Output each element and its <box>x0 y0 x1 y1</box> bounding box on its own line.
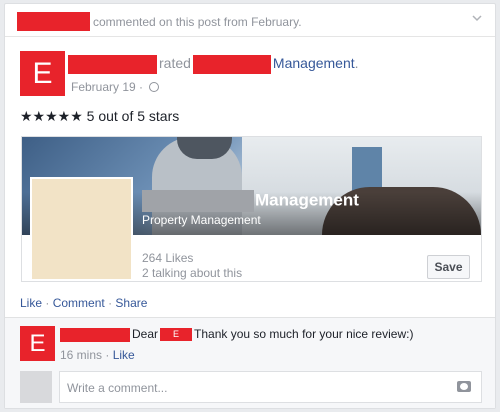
redacted-page-title <box>142 190 254 212</box>
post-actions: Like · Comment · Share <box>20 296 147 310</box>
comment-body: Dear E Thank you so much for your nice rev… <box>60 327 413 342</box>
comment-like-link[interactable]: Like <box>113 348 135 362</box>
story-header: commented on this post from February. <box>5 4 495 37</box>
globe-icon[interactable] <box>149 82 160 92</box>
page-profile-picture[interactable] <box>30 177 133 281</box>
post-date[interactable]: February 19 <box>71 80 136 94</box>
comment-avatar-letter: E <box>29 330 46 357</box>
post-author-line: rated Management. <box>68 55 359 74</box>
comment-link[interactable]: Comment <box>53 296 105 310</box>
story-action-text: commented on this post from February. <box>93 15 302 29</box>
comment-placeholder: Write a comment... <box>67 381 168 395</box>
comment-separator: · <box>105 348 110 362</box>
page-talking-count: 2 talking about this <box>142 266 243 280</box>
avatar-letter: E <box>32 57 53 90</box>
page-title-suffix: Management <box>255 190 359 210</box>
action-separator: · <box>108 296 113 310</box>
page-name-link[interactable]: Management <box>273 55 355 71</box>
post-meta: February 19 · <box>71 80 160 94</box>
post-card: commented on this post from February. E … <box>4 3 496 409</box>
page-attachment[interactable]: Management Property Management 264 Likes… <box>21 136 482 282</box>
mention-tag[interactable]: E <box>160 328 193 342</box>
rating-text: ★★★★★ 5 out of 5 stars <box>20 108 180 124</box>
composer-avatar <box>20 371 52 403</box>
share-link[interactable]: Share <box>115 296 147 310</box>
post-verb: rated <box>159 55 191 72</box>
page-category: Property Management <box>142 213 261 227</box>
redacted-page-name[interactable] <box>192 55 271 74</box>
meta-separator: · <box>139 80 144 94</box>
comment-avatar[interactable]: E <box>20 326 55 361</box>
save-button[interactable]: Save <box>427 255 470 279</box>
redacted-commenter-name[interactable] <box>60 327 130 342</box>
comment-prefix: Dear <box>132 327 159 341</box>
camera-icon[interactable] <box>457 381 471 392</box>
comment-text: Thank you so much for your nice review:) <box>194 327 414 341</box>
page-title[interactable]: Management <box>142 190 359 212</box>
comment-meta: 16 mins · Like <box>60 348 135 362</box>
redacted-author-name[interactable] <box>68 55 157 74</box>
comment-time[interactable]: 16 mins <box>60 348 102 362</box>
avatar[interactable]: E <box>20 51 65 96</box>
chevron-down-icon[interactable] <box>471 12 483 24</box>
action-separator: · <box>45 296 50 310</box>
redacted-user-name[interactable] <box>17 12 90 31</box>
comment-input[interactable]: Write a comment... <box>59 371 482 403</box>
page-likes-count: 264 Likes <box>142 251 194 265</box>
like-link[interactable]: Like <box>20 296 42 310</box>
comments-section: E Dear E Thank you so much for your nice r… <box>5 317 495 408</box>
